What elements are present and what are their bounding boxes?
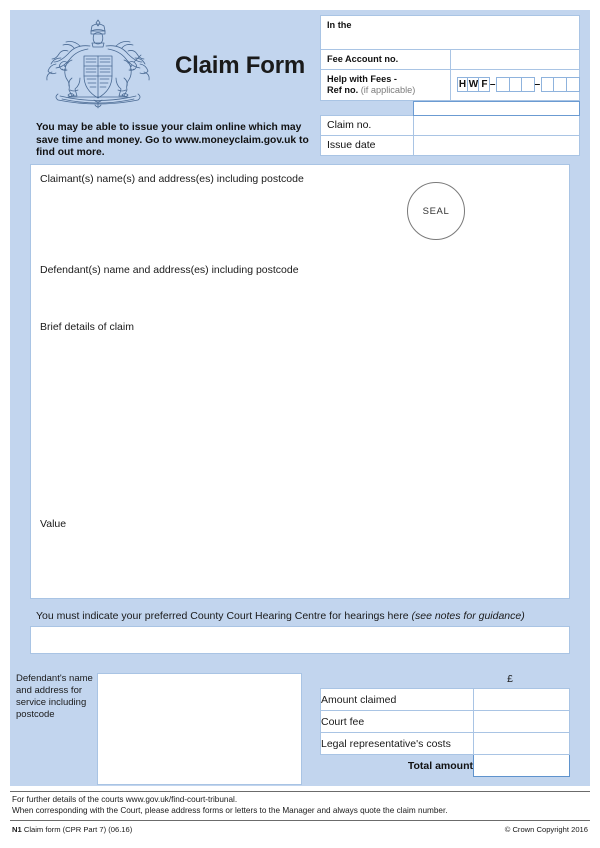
hwf-label-line1: Help with Fees - <box>327 74 397 84</box>
table-row: Legal representative's costs <box>320 732 570 755</box>
table-row: Total amount <box>321 754 570 777</box>
seal-stamp-area: SEAL <box>407 182 465 240</box>
footer-divider-top <box>10 791 590 792</box>
amounts-table: Amount claimed Court fee Legal represent… <box>320 688 570 777</box>
main-claim-area[interactable]: Claimant(s) name(s) and address(es) incl… <box>30 164 570 599</box>
hearing-centre-instruction: You must indicate your preferred County … <box>36 610 525 622</box>
currency-symbol-header: £ <box>507 673 513 685</box>
court-use-banner-spacer <box>321 102 414 116</box>
fee-account-row: Fee Account no. <box>320 49 580 70</box>
help-with-fees-label-cell: Help with Fees - Ref no. (if applicable) <box>320 69 451 101</box>
amount-claimed-label: Amount claimed <box>320 688 474 711</box>
legal-representative-costs-label: Legal representative's costs <box>320 732 474 755</box>
form-identifier: N1 Claim form (CPR Part 7) (06.16) <box>12 825 132 834</box>
copyright-notice: © Crown Copyright 2016 <box>504 825 588 834</box>
footer-line-1: For further details of the courts www.go… <box>12 795 238 804</box>
claimant-label: Claimant(s) name(s) and address(es) incl… <box>40 173 304 185</box>
hwf-input-2a[interactable] <box>540 76 555 92</box>
total-amount-label: Total amount <box>407 759 473 772</box>
hearing-centre-input[interactable] <box>30 626 570 654</box>
court-use-banner-row: For court use only <box>321 101 580 116</box>
footer-court-details: For further details of the courts www.go… <box>12 795 590 817</box>
hwf-label-line2: Ref no. <box>327 85 359 95</box>
claim-no-row: Claim no. <box>320 115 580 136</box>
footer-line-2: When corresponding with the Court, pleas… <box>12 805 448 815</box>
form-description: Claim form (CPR Part 7) (06.16) <box>21 825 133 834</box>
online-claim-notice: You may be able to issue your claim onli… <box>36 122 309 159</box>
issue-date-label: Issue date <box>327 139 376 151</box>
for-court-use-table: For court use only Claim no. Issue date <box>320 101 580 156</box>
amount-claimed-input[interactable] <box>473 688 570 711</box>
hwf-box-group: H W F – – <box>451 70 580 95</box>
fee-account-input[interactable] <box>449 49 580 70</box>
claim-no-input[interactable] <box>412 115 580 136</box>
in-the-row: In the <box>320 15 580 50</box>
issue-date-label-cell: Issue date <box>320 135 414 156</box>
defendant-label: Defendant(s) name and address(es) includ… <box>40 264 299 276</box>
fee-account-label-cell: Fee Account no. <box>320 49 451 70</box>
hwf-label-line2-note: (if applicable) <box>358 85 416 95</box>
brief-details-label: Brief details of claim <box>40 321 134 333</box>
hwf-reference-cell[interactable]: H W F – – <box>449 69 580 101</box>
page-title: Claim Form <box>174 52 306 79</box>
claim-no-label: Claim no. <box>327 119 372 131</box>
claim-form-page: Claim Form You may be able to issue your… <box>0 0 600 848</box>
court-identification-table: In the Fee Account no. Help with Fees - … <box>320 15 580 101</box>
help-with-fees-row: Help with Fees - Ref no. (if applicable)… <box>320 69 580 101</box>
hwf-input-1c[interactable] <box>521 76 536 92</box>
footer-divider-bottom <box>10 820 590 821</box>
total-amount-input[interactable] <box>473 754 570 777</box>
in-the-label: In the <box>327 20 352 30</box>
for-court-use-only-banner: For court use only <box>412 101 580 116</box>
form-code: N1 <box>12 825 22 834</box>
fee-account-label: Fee Account no. <box>327 54 399 64</box>
hwf-input-1b[interactable] <box>508 76 523 92</box>
value-label: Value <box>40 518 67 530</box>
royal-coat-of-arms-icon <box>28 16 168 114</box>
help-with-fees-label: Help with Fees - Ref no. (if applicable) <box>321 70 450 100</box>
court-fee-input[interactable] <box>473 710 570 733</box>
table-row: Court fee <box>320 710 570 733</box>
in-the-cell[interactable]: In the <box>320 15 580 50</box>
issue-date-row: Issue date <box>320 135 580 156</box>
claim-no-label-cell: Claim no. <box>320 115 414 136</box>
hearing-centre-instruction-note: (see notes for guidance) <box>411 610 525 622</box>
table-row: Amount claimed <box>320 688 570 711</box>
hwf-input-2c[interactable] <box>566 76 580 92</box>
hwf-input-2b[interactable] <box>553 76 568 92</box>
court-fee-label: Court fee <box>320 710 474 733</box>
issue-date-input[interactable] <box>412 135 580 156</box>
legal-representative-costs-input[interactable] <box>473 732 570 755</box>
service-address-input[interactable] <box>97 673 302 785</box>
hearing-centre-instruction-text: You must indicate your preferred County … <box>36 610 412 622</box>
service-address-label: Defendant's name and address for service… <box>16 673 93 720</box>
hwf-input-1a[interactable] <box>495 76 510 92</box>
